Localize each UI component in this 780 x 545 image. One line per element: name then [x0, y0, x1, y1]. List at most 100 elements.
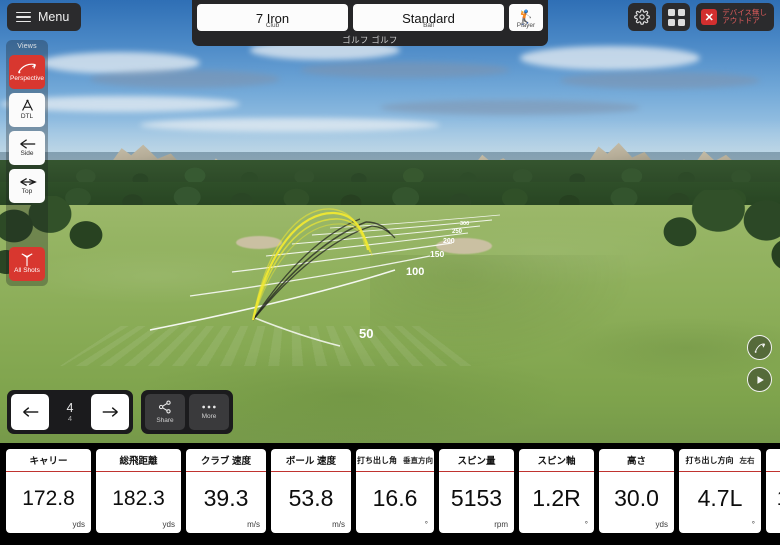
club-selector[interactable]: 7 Iron Club — [197, 4, 348, 31]
stat-header: クラブ 速度 — [186, 449, 266, 472]
club-caption: Club — [265, 22, 280, 29]
stat-subtitle: 垂直方向 — [403, 455, 433, 465]
stat-title: 打ち出し角 — [357, 455, 397, 465]
view-button-top[interactable]: Top — [9, 169, 45, 203]
device-status-badge[interactable]: ✕ デバイス無し アウトドア — [696, 3, 774, 31]
grid-layout-icon — [667, 8, 685, 26]
stat-title: ボール 速度 — [285, 456, 337, 467]
stat-card[interactable]: 高さ 30.0 yds — [599, 449, 674, 533]
stat-card[interactable]: 打ち出し方向 左右 4.7L ° — [679, 449, 761, 533]
stat-unit: ° — [751, 520, 755, 529]
views-title: Views — [17, 43, 37, 50]
shot-total: 4 — [67, 414, 73, 423]
distance-label-100: 100 — [406, 266, 424, 278]
shot-stepper-group: 4 4 — [7, 390, 133, 434]
stat-title: スピン量 — [457, 456, 496, 467]
gear-icon — [634, 9, 651, 25]
x-mark-icon: ✕ — [701, 9, 718, 25]
distance-label-150: 150 — [430, 249, 444, 259]
stat-unit: ° — [424, 520, 428, 529]
hamburger-icon — [16, 11, 31, 23]
stat-title: キャリー — [29, 456, 68, 467]
share-button[interactable]: Share — [145, 394, 185, 430]
all-shots-label: All Shots — [14, 267, 40, 275]
stat-header: 総飛距離 — [96, 449, 181, 472]
stat-title: クラブ 速度 — [200, 456, 252, 467]
shot-actions-group: Share More — [141, 390, 233, 434]
stat-unit: m/s — [332, 520, 345, 529]
play-icon — [756, 375, 764, 384]
stat-card[interactable]: 打ち出し角 垂直方向 16.6 ° — [356, 449, 434, 533]
stat-value: 13.1 L — [766, 472, 780, 533]
stat-value: 1.2R — [532, 485, 581, 511]
view-button-side[interactable]: Side — [9, 131, 45, 165]
stat-card[interactable]: キャリー 172.8 yds — [6, 449, 91, 533]
side-view-icon — [19, 139, 35, 150]
perspective-view-icon — [18, 63, 36, 74]
view-label-top: Top — [21, 188, 33, 196]
stat-title: 打ち出し方向 — [685, 455, 734, 465]
layout-button[interactable] — [662, 3, 691, 31]
shot-navigation: 4 4 Share More — [7, 390, 233, 434]
stat-title: 高さ — [626, 456, 646, 467]
all-shots-icon — [21, 253, 33, 267]
arrow-right-icon — [102, 407, 118, 417]
stat-card[interactable]: スピン量 5153 rpm — [439, 449, 514, 533]
stat-unit: yds — [162, 520, 175, 529]
stat-card[interactable]: 左右ブレ幅13.1 Lyds — [766, 449, 780, 533]
menu-button[interactable]: Menu — [7, 3, 82, 31]
top-right-controls: ✕ デバイス無し アウトドア — [628, 3, 774, 31]
app-root: 50 100 150 200 250 300 Menu 7 Iron Club … — [0, 0, 780, 545]
camera-orbit-button[interactable] — [747, 335, 772, 360]
stat-card[interactable]: ボール 速度 53.8 m/s — [271, 449, 351, 533]
stat-value: 16.6 — [372, 485, 418, 511]
stat-header: スピン軸 — [519, 449, 594, 472]
distance-label-300: 300 — [460, 221, 469, 227]
stat-unit: ° — [584, 520, 588, 529]
stat-card[interactable]: クラブ 速度 39.3 m/s — [186, 449, 266, 533]
more-label: More — [201, 413, 217, 420]
next-shot-button[interactable] — [91, 394, 129, 430]
course-name: ゴルフ ゴルフ — [342, 35, 398, 45]
stat-unit: yds — [655, 520, 668, 529]
settings-button[interactable] — [628, 3, 657, 31]
distance-label-250: 250 — [452, 229, 463, 235]
stat-subtitle: 左右 — [739, 455, 755, 465]
ellipsis-icon — [202, 405, 216, 409]
all-shots-button[interactable]: All Shots — [9, 247, 45, 281]
more-button[interactable]: More — [189, 394, 229, 430]
stat-header: 高さ — [599, 449, 674, 472]
camera-orbit-icon — [754, 342, 765, 353]
view-label-dtl: DTL — [20, 113, 34, 121]
club-ball-player-selector: 7 Iron Club Standard Ball 🏌 Player ゴルフ ゴ… — [192, 0, 548, 46]
shot-overlay: 50 100 150 200 250 300 — [149, 208, 501, 347]
previous-shot-button[interactable] — [11, 394, 49, 430]
player-selector[interactable]: 🏌 Player — [509, 4, 543, 31]
stat-header: 打ち出し角 垂直方向 — [356, 449, 434, 472]
distance-label-200: 200 — [443, 238, 455, 245]
stat-value: 4.7L — [697, 485, 743, 511]
stat-title: 総飛距離 — [119, 456, 158, 467]
stat-unit: yds — [72, 520, 85, 529]
stat-card[interactable]: スピン軸 1.2R ° — [519, 449, 594, 533]
ball-caption: Ball — [423, 22, 434, 29]
stat-header: キャリー — [6, 449, 91, 472]
stat-card[interactable]: 総飛距離 182.3 yds — [96, 449, 181, 533]
arrow-left-icon — [22, 407, 38, 417]
play-button[interactable] — [747, 367, 772, 392]
view-button-dtl[interactable]: DTL — [9, 93, 45, 127]
view-label-side: Side — [20, 150, 34, 158]
stat-header: 打ち出し方向 左右 — [679, 449, 761, 472]
stat-unit: m/s — [247, 520, 260, 529]
ball-selector[interactable]: Standard Ball — [353, 4, 504, 31]
stat-header: ボール 速度 — [271, 449, 351, 472]
view-button-perspective[interactable]: Perspective — [9, 55, 45, 89]
view-label-perspective: Perspective — [10, 74, 44, 82]
menu-label: Menu — [38, 10, 70, 24]
simulator-3d-view[interactable]: 50 100 150 200 250 300 — [0, 0, 780, 443]
views-panel: Views Perspective DTL Side Top All Shots — [6, 40, 48, 286]
top-view-icon — [19, 178, 37, 187]
shot-current: 4 — [66, 400, 74, 415]
device-status-line2: アウトドア — [722, 16, 760, 25]
player-caption: Player — [516, 22, 536, 29]
